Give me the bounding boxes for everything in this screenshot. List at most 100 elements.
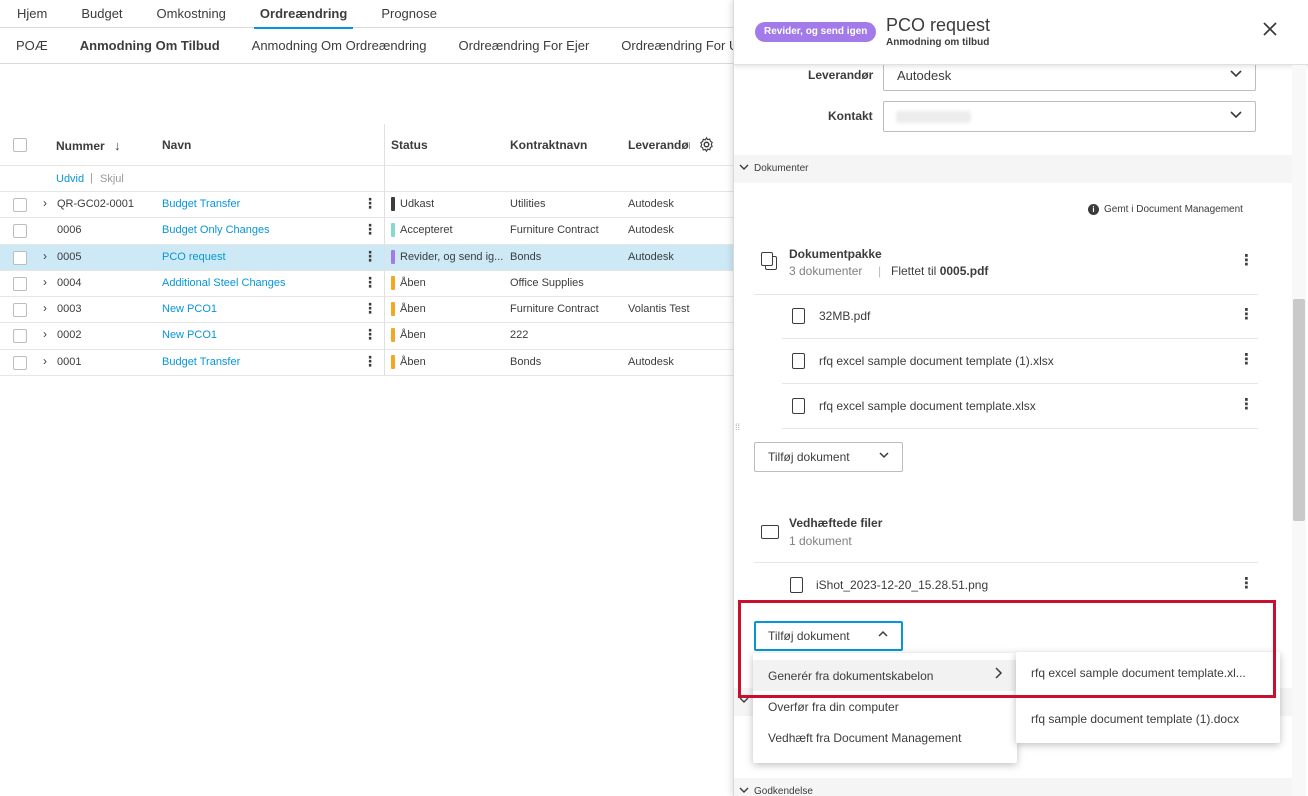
contact-select[interactable]: [883, 101, 1256, 132]
column-number[interactable]: Nummer ↓: [56, 138, 121, 153]
package-merged-info: Flettet til 0005.pdf: [891, 264, 989, 278]
scrollbar-thumb[interactable]: [1293, 299, 1305, 521]
row-more-icon[interactable]: ⋮: [363, 300, 377, 317]
row-more-icon[interactable]: ⋮: [363, 274, 377, 291]
row-more-icon[interactable]: ⋮: [363, 353, 377, 370]
subtab-ordreaendring-for-ejer[interactable]: Ordreændring For Ejer: [459, 28, 590, 63]
documents-section-header[interactable]: Dokumenter: [734, 155, 1294, 183]
row-checkbox[interactable]: [13, 276, 27, 291]
chevron-right-icon[interactable]: ›: [43, 275, 47, 289]
row-more-icon[interactable]: ⋮: [363, 248, 377, 265]
document-package-icon-back: [761, 252, 773, 266]
file-name[interactable]: rfq excel sample document template (1).x…: [819, 354, 1054, 368]
vendor-label: Leverandør: [808, 68, 874, 82]
row-contract: Bonds: [510, 355, 542, 368]
column-contract[interactable]: Kontraktnavn: [510, 138, 587, 152]
add-document-button[interactable]: Tilføj dokument: [754, 442, 903, 472]
chevron-right-icon[interactable]: ›: [43, 196, 47, 210]
chevron-right-icon[interactable]: ›: [43, 354, 47, 368]
row-checkbox[interactable]: [13, 303, 27, 318]
approval-section-header[interactable]: Godkendelse: [734, 778, 1294, 796]
main-nav: Hjem Budget Omkostning Ordreændring Prog…: [0, 0, 735, 29]
menu-item-attach-from-document-management[interactable]: Vedhæft fra Document Management: [753, 722, 1017, 753]
file-name[interactable]: iShot_2023-12-20_15.28.51.png: [816, 578, 988, 592]
row-name-link[interactable]: Budget Transfer: [162, 356, 240, 368]
divider: [782, 383, 1258, 384]
file-more-icon[interactable]: ⋮: [1239, 576, 1254, 591]
attachments-title: Vedhæftede filer: [789, 516, 883, 530]
subtab-anmodning-om-tilbud[interactable]: Anmodning Om Tilbud: [80, 28, 220, 63]
package-more-icon[interactable]: ⋮: [1239, 253, 1254, 268]
sub-nav: POÆ Anmodning Om Tilbud Anmodning Om Ord…: [0, 28, 735, 64]
row-name-link[interactable]: PCO request: [162, 251, 226, 263]
table-row[interactable]: › 0003 New PCO1 ⋮ Åben Furniture Contract Vola…: [0, 297, 735, 324]
row-more-icon[interactable]: ⋮: [363, 195, 377, 212]
row-more-icon[interactable]: ⋮: [363, 326, 377, 343]
column-status[interactable]: Status: [391, 138, 428, 152]
settings-gear-icon[interactable]: [698, 136, 715, 156]
row-vendor: Autodesk: [628, 198, 674, 210]
menu-item-generate-from-template[interactable]: Generér fra dokumentskabelon: [753, 660, 1017, 691]
close-icon[interactable]: [1262, 18, 1278, 42]
chevron-right-icon[interactable]: ›: [43, 301, 47, 315]
collapse-link[interactable]: Skjul: [100, 173, 124, 185]
row-checkbox[interactable]: [13, 224, 27, 239]
row-name-link[interactable]: Budget Transfer: [162, 198, 240, 210]
tab-ordreaendring[interactable]: Ordreændring: [253, 0, 354, 29]
chevron-right-icon: [993, 667, 1003, 682]
file-name[interactable]: rfq excel sample document template.xlsx: [819, 399, 1036, 413]
status-color-indicator: [391, 249, 395, 264]
table-row[interactable]: › QR-GC02-0001 Budget Transfer ⋮ Udkast Utili…: [0, 192, 735, 219]
divider: [782, 338, 1258, 339]
file-more-icon[interactable]: ⋮: [1239, 352, 1254, 367]
row-more-icon[interactable]: ⋮: [363, 221, 377, 238]
table-row[interactable]: › 0005 PCO request ⋮ Revider, og send ig... B…: [0, 244, 735, 271]
package-title: Dokumentpakke: [789, 247, 882, 261]
row-checkbox[interactable]: [13, 198, 27, 212]
column-name[interactable]: Navn: [162, 138, 191, 152]
file-more-icon[interactable]: ⋮: [1239, 397, 1254, 412]
subtab-anmodning-om-ordreaendring[interactable]: Anmodning Om Ordreændring: [252, 28, 427, 63]
tab-omkostning[interactable]: Omkostning: [157, 0, 226, 28]
tab-budget[interactable]: Budget: [81, 0, 122, 28]
table-header: Nummer ↓ Navn Status Kontraktnavn Levera…: [0, 124, 735, 166]
row-status: Accepteret: [400, 224, 453, 237]
chevron-right-icon[interactable]: ›: [43, 249, 47, 263]
status-color-indicator: [391, 354, 395, 369]
row-name-link[interactable]: Additional Steel Changes: [162, 277, 286, 289]
chevron-up-icon: [877, 628, 889, 643]
row-checkbox[interactable]: [13, 250, 27, 265]
table-row[interactable]: 0006 Budget Only Changes ⋮ Accepteret Furnit…: [0, 218, 735, 245]
table-row[interactable]: › 0001 Budget Transfer ⋮ Åben Bonds Autodesk: [0, 350, 735, 377]
submenu-item-template-docx[interactable]: rfq sample document template (1).docx: [1016, 698, 1280, 742]
attachments-count: 1 dokument: [789, 534, 852, 548]
column-vendor[interactable]: Leverandør: [628, 138, 690, 152]
subtab-ordreaendring-for-under[interactable]: Ordreændring For Unde: [621, 28, 735, 63]
row-status: Åben: [400, 329, 426, 342]
divider: [754, 562, 1258, 563]
row-checkbox[interactable]: [13, 329, 27, 344]
file-more-icon[interactable]: ⋮: [1239, 307, 1254, 322]
select-all-checkbox[interactable]: [13, 138, 27, 152]
template-submenu: rfq excel sample document template.xl...…: [1016, 652, 1280, 743]
table-row[interactable]: › 0004 Additional Steel Changes ⋮ Åben Office…: [0, 271, 735, 298]
tab-hjem[interactable]: Hjem: [17, 0, 47, 28]
chevron-right-icon[interactable]: ›: [43, 327, 47, 341]
tab-prognose[interactable]: Prognose: [381, 0, 437, 28]
row-name-link[interactable]: New PCO1: [162, 329, 217, 341]
add-attachment-button[interactable]: Tilføj dokument: [754, 621, 903, 651]
status-badge: Revider, og send igen: [755, 22, 877, 42]
subtab-poae[interactable]: POÆ: [16, 28, 48, 63]
status-color-indicator: [391, 328, 395, 343]
pdf-file-icon: [792, 308, 805, 324]
sort-down-icon[interactable]: ↓: [114, 138, 121, 153]
expand-link[interactable]: Udvid: [56, 173, 84, 185]
file-name[interactable]: 32MB.pdf: [819, 309, 870, 323]
table-row[interactable]: › 0002 New PCO1 ⋮ Åben 222: [0, 323, 735, 350]
menu-item-upload-from-computer[interactable]: Overfør fra din computer: [753, 691, 1017, 722]
resize-handle-icon[interactable]: ⁞⁞: [735, 422, 740, 432]
row-checkbox[interactable]: [13, 355, 27, 370]
row-name-link[interactable]: New PCO1: [162, 303, 217, 315]
submenu-item-template-xlsx[interactable]: rfq excel sample document template.xl...: [1016, 652, 1280, 696]
row-name-link[interactable]: Budget Only Changes: [162, 224, 270, 236]
